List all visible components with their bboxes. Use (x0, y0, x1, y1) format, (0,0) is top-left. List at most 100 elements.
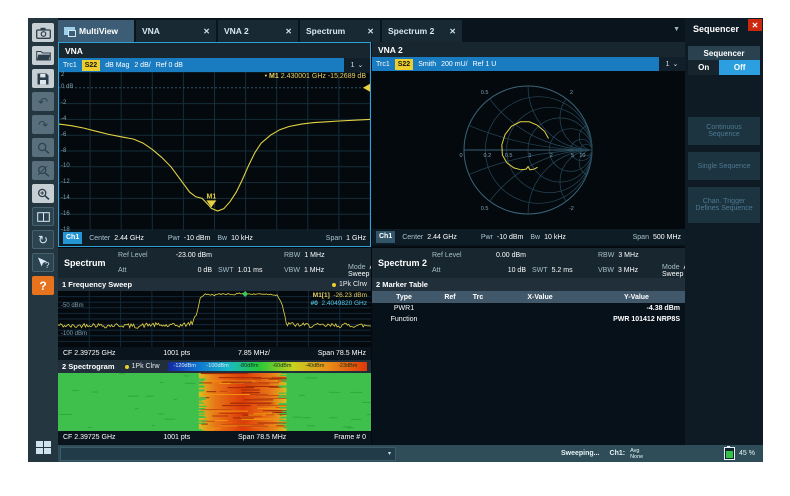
smith-chart-plot[interactable]: 00.20.5125100.50.52-2 (372, 71, 685, 229)
power-value[interactable]: -10 dBm (184, 235, 210, 242)
open-folder-button[interactable] (32, 46, 54, 65)
spectrum2-title: Spectrum 2 (372, 258, 432, 268)
battery-percentage: 45 % (739, 450, 755, 457)
refresh-button[interactable]: ↻ (32, 230, 54, 249)
chevron-down-icon: ⌄ (358, 61, 364, 69)
rbw-value[interactable]: 1 MHz (304, 252, 324, 259)
s-parameter-chip[interactable]: S22 (395, 59, 413, 70)
svg-text:0.5: 0.5 (505, 153, 513, 159)
ref-level-value[interactable]: 0.00 dBm (474, 252, 532, 259)
svg-text:2: 2 (550, 153, 553, 159)
context-help-button[interactable]: ? (32, 253, 54, 272)
s-parameter-chip[interactable]: S22 (82, 60, 100, 71)
status-message-field[interactable]: ▾ (60, 447, 396, 461)
span-value[interactable]: Span 78.5 MHz (238, 434, 286, 441)
tab-vna[interactable]: VNA✕ (136, 20, 216, 42)
frequency-sweep-plot[interactable]: -50 dBm-100 dBm M1[1] -26.23 dBm #0 2.40… (58, 291, 371, 347)
frame-value[interactable]: Frame # 0 (334, 434, 366, 441)
ref-level-value[interactable]: -23.00 dBm (160, 252, 218, 259)
att-value[interactable]: 0 dB (160, 267, 218, 274)
chan-trigger-defines-sequence-button[interactable]: Chan. Trigger Defines Sequence (688, 187, 760, 223)
trace-format[interactable]: Smith (418, 61, 436, 68)
tab-overflow-caret-icon[interactable]: ▼ (673, 26, 680, 33)
tab-spectrum[interactable]: Spectrum✕ (300, 20, 380, 42)
undo-button[interactable]: ↶ (32, 92, 54, 111)
single-sequence-button[interactable]: Single Sequence (688, 152, 760, 180)
window-select-dropdown[interactable]: 1⌄ (344, 58, 370, 72)
vna-marker-readout: • M1 2.430001 GHz -15.2689 dB (265, 73, 366, 80)
close-icon[interactable]: ✕ (748, 19, 762, 31)
spectrogram-plot[interactable] (58, 373, 371, 431)
cf-value[interactable]: CF 2.39725 GHz (63, 434, 116, 441)
marker-table-row[interactable]: PWR1 -4.38 dBm (372, 303, 685, 314)
channel-chip[interactable]: Ch1 (376, 231, 395, 243)
center-frequency[interactable]: 2.44 GHz (427, 234, 457, 241)
span-value[interactable]: 500 MHz (653, 234, 681, 241)
help-icon: ? (39, 280, 46, 292)
sequencer-toggle-softkey: Sequencer On Off (688, 46, 760, 75)
trace-format[interactable]: dB Mag (105, 62, 129, 69)
vna-channel-bar: Ch1 Center2.44 GHz Pwr-10 dBm Bw10 kHz S… (59, 230, 370, 246)
svg-text:0: 0 (459, 153, 462, 159)
marker-table-row[interactable]: Function PWR 101412 NRP8S (372, 314, 685, 325)
bandwidth-value[interactable]: 10 kHz (231, 235, 253, 242)
vna-window-title: VNA (59, 43, 370, 58)
undo-icon: ↶ (38, 96, 48, 108)
frequency-sweep-titlebar: 1 Frequency Sweep 1Pk Clrw (58, 278, 371, 291)
split-display-button[interactable] (32, 207, 54, 226)
vna2-window-title: VNA 2 (372, 42, 685, 57)
channel-chip[interactable]: Ch1 (63, 232, 82, 244)
tab-vna-2[interactable]: VNA 2✕ (218, 20, 298, 42)
spectrum-window[interactable]: Spectrum Ref Level -23.00 dBm RBW1 MHz A… (58, 248, 371, 445)
trace-scale: 2 dB/ (134, 62, 150, 69)
tab-multiview[interactable]: MultiView (58, 20, 134, 42)
swt-value[interactable]: 1.01 ms (238, 267, 263, 274)
channel-status-text: Ch1: (610, 450, 626, 457)
chevron-down-icon[interactable]: ▾ (388, 450, 391, 457)
spectrum2-window[interactable]: Spectrum 2 Ref Level 0.00 dBm RBW3 MHz A… (372, 248, 685, 445)
average-status-text: AvgNone (630, 448, 643, 460)
vbw-value[interactable]: 3 MHz (618, 267, 638, 274)
save-button[interactable] (32, 69, 54, 88)
window-select-dropdown[interactable]: 1⌄ (659, 57, 685, 71)
continuous-sequence-button[interactable]: Continuous Sequence (688, 117, 760, 145)
tab-close-icon[interactable]: ✕ (193, 27, 210, 36)
trace-name[interactable]: Trc1 (376, 61, 390, 68)
att-value[interactable]: 10 dB (474, 267, 532, 274)
span-value[interactable]: 1 GHz (346, 235, 366, 242)
trace-name[interactable]: Trc1 (63, 62, 77, 69)
trace-color-dot (125, 365, 129, 369)
cf-value[interactable]: CF 2.39725 GHz (63, 350, 116, 357)
tab-close-icon[interactable]: ✕ (275, 27, 292, 36)
trace-ref: Ref 0 dB (156, 62, 183, 69)
vna2-window[interactable]: VNA 2 Trc1 S22 Smith 200 mU/ Ref 1 U 1⌄ … (372, 42, 685, 247)
redo-button[interactable]: ↷ (32, 115, 54, 134)
span-value[interactable]: Span 78.5 MHz (318, 350, 366, 357)
camera-button[interactable] (32, 23, 54, 42)
svg-text:1: 1 (528, 153, 531, 159)
sequencer-off-button[interactable]: Off (719, 60, 760, 75)
sequencer-panel: ✕ Sequencer Sequencer On Off Continuous … (685, 18, 763, 445)
rbw-value[interactable]: 3 MHz (618, 252, 638, 259)
center-frequency[interactable]: 2.44 GHz (114, 235, 144, 242)
vna-window[interactable]: VNA Trc1 S22 dB Mag 2 dB/ Ref 0 dB 1⌄ M1… (58, 42, 371, 247)
zoom-select-button[interactable] (32, 138, 54, 157)
bandwidth-value[interactable]: 10 kHz (544, 234, 566, 241)
tab-close-icon[interactable]: ✕ (357, 27, 374, 36)
chevron-down-icon: ⌄ (673, 60, 679, 68)
power-value[interactable]: -10 dBm (497, 234, 523, 241)
swt-value[interactable]: 5.2 ms (552, 267, 573, 274)
tab-close-icon[interactable]: ✕ (439, 27, 456, 36)
sequencer-on-button[interactable]: On (688, 60, 719, 75)
sweep-marker-frame-readout: #0 2.4049820 GHz (311, 300, 367, 308)
zoom-in-button[interactable] (32, 184, 54, 203)
zoom-off-button[interactable] (32, 161, 54, 180)
vbw-value[interactable]: 1 MHz (304, 267, 324, 274)
tab-spectrum-2[interactable]: Spectrum 2✕ (382, 20, 462, 42)
sweep-marker-readout: M1[1] -26.23 dBm (311, 292, 367, 300)
vna-plot[interactable]: M1 20 dB-2-4-6-8-10-12-14-16-18 • M1 2.4… (59, 72, 370, 230)
spectrogram-scale-label: -23dBm (338, 363, 357, 369)
sweep-status-text: Sweeping... (561, 450, 600, 457)
help-button[interactable]: ? (32, 276, 54, 295)
windows-start-button[interactable] (32, 438, 54, 457)
